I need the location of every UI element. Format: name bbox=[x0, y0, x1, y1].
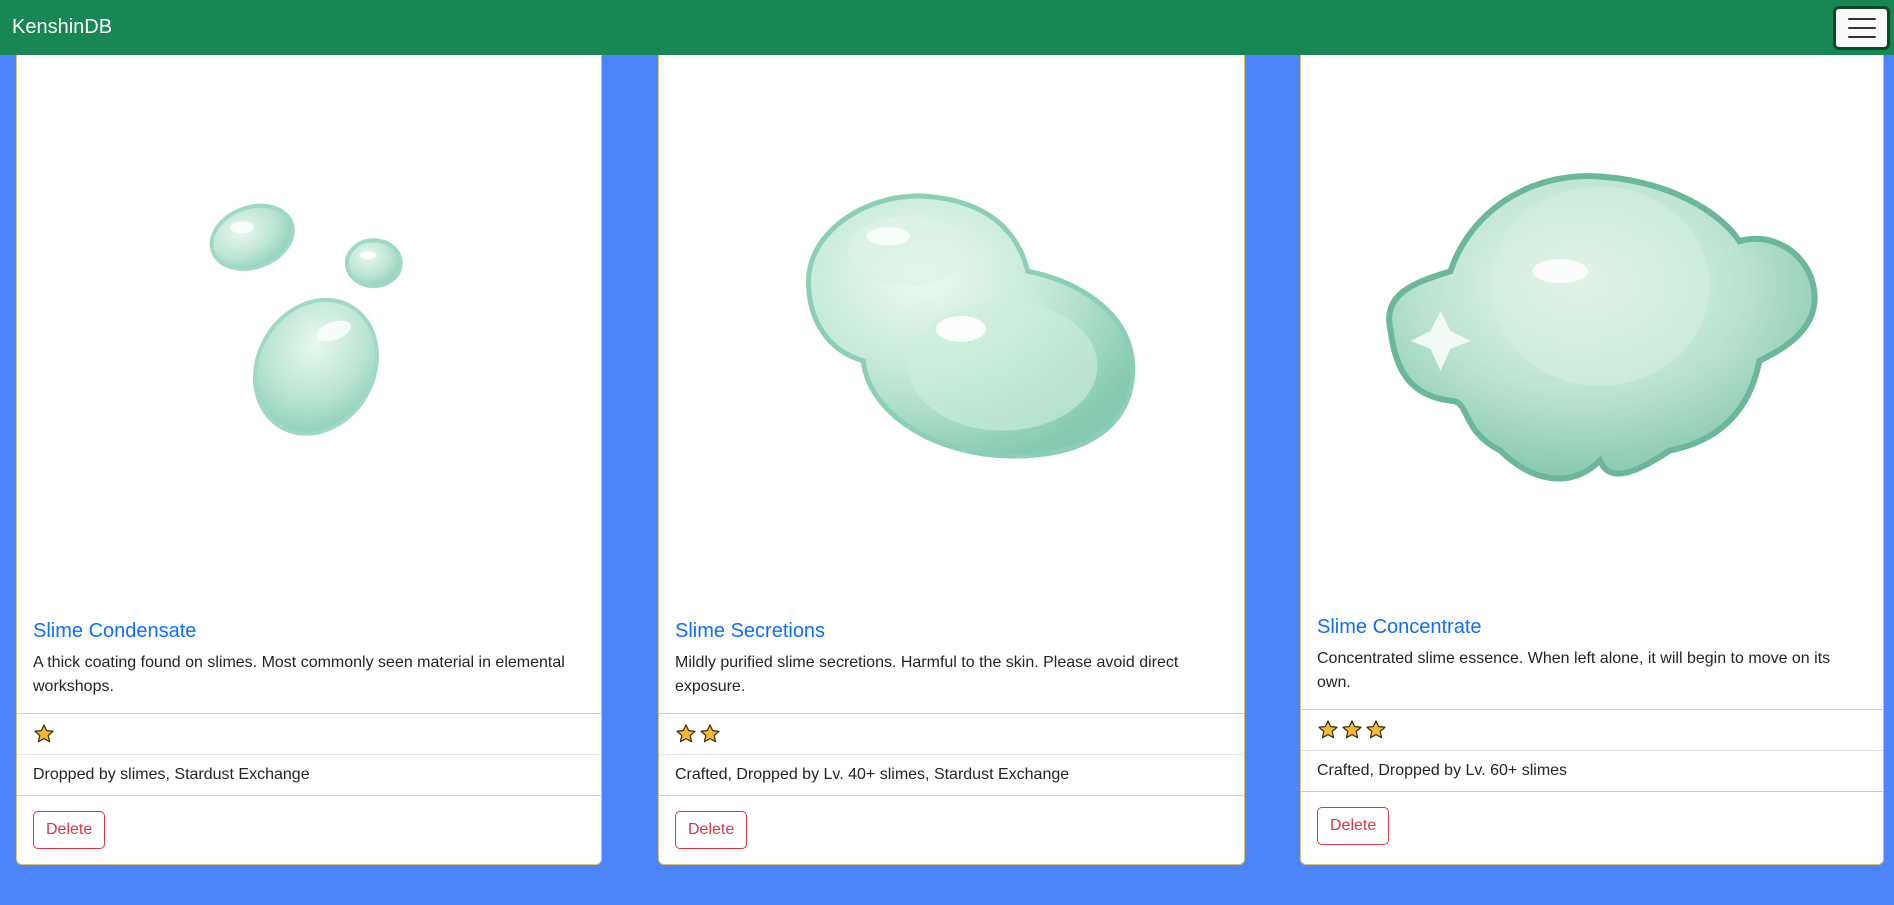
card-title[interactable]: Slime Concentrate bbox=[1317, 616, 1867, 639]
rarity-stars bbox=[1301, 709, 1883, 750]
card-title[interactable]: Slime Secretions bbox=[675, 620, 1228, 643]
material-card: Slime Secretions Mildly purified slime s… bbox=[658, 30, 1245, 865]
star-icon bbox=[676, 724, 696, 743]
card-description: Mildly purified slime secretions. Harmfu… bbox=[675, 654, 1179, 695]
card-body: Slime Secretions Mildly purified slime s… bbox=[659, 608, 1244, 713]
card-description: Concentrated slime essence. When left al… bbox=[1317, 650, 1831, 691]
delete-button[interactable]: Delete bbox=[1317, 807, 1390, 845]
navbar: KenshinDB bbox=[0, 0, 1894, 55]
material-card: Slime Concentrate Concentrated slime ess… bbox=[1300, 30, 1884, 865]
slime-secretions-image bbox=[659, 31, 1244, 608]
navbar-brand[interactable]: KenshinDB bbox=[12, 16, 112, 39]
rarity-stars bbox=[17, 713, 601, 754]
card-title[interactable]: Slime Condensate bbox=[33, 620, 585, 643]
card-source: Crafted, Dropped by Lv. 40+ slimes, Star… bbox=[659, 754, 1244, 795]
card-description: A thick coating found on slimes. Most co… bbox=[33, 654, 565, 695]
card-body: Slime Concentrate Concentrated slime ess… bbox=[1301, 604, 1883, 709]
hamburger-menu-icon bbox=[1847, 17, 1876, 20]
star-icon bbox=[1318, 720, 1338, 739]
navbar-toggler-button[interactable] bbox=[1833, 5, 1890, 50]
delete-button[interactable]: Delete bbox=[33, 811, 106, 849]
star-icon bbox=[34, 724, 54, 743]
slime-concentrate-image bbox=[1301, 31, 1883, 604]
star-icon bbox=[700, 724, 720, 743]
card-footer: Delete bbox=[17, 795, 601, 864]
star-icon bbox=[1366, 720, 1386, 739]
material-card: Slime Condensate A thick coating found o… bbox=[16, 30, 602, 865]
delete-button[interactable]: Delete bbox=[675, 811, 748, 849]
card-body: Slime Condensate A thick coating found o… bbox=[17, 608, 601, 713]
card-source: Crafted, Dropped by Lv. 60+ slimes bbox=[1301, 750, 1883, 791]
rarity-stars bbox=[659, 713, 1244, 754]
card-source: Dropped by slimes, Stardust Exchange bbox=[17, 754, 601, 795]
card-footer: Delete bbox=[1301, 791, 1883, 860]
star-icon bbox=[1342, 720, 1362, 739]
slime-condensate-image bbox=[17, 31, 601, 608]
card-footer: Delete bbox=[659, 795, 1244, 864]
